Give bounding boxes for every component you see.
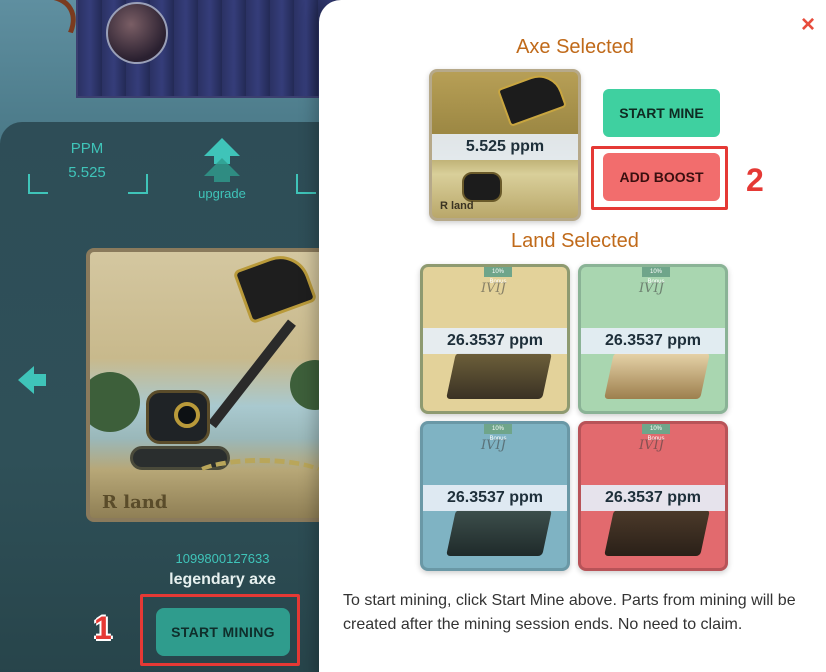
land-watermark: IVIJ <box>639 438 664 453</box>
land-card[interactable]: 10% Bonus IVIJ 26.3537 ppm <box>578 421 728 571</box>
land-card[interactable]: 10% Bonus IVIJ 26.3537 ppm <box>578 264 728 414</box>
annotation-number-2: 2 <box>746 162 764 198</box>
land-ppm: 26.3537 ppm <box>581 328 725 354</box>
annotation-box-2 <box>591 146 728 210</box>
land-section-title: Land Selected <box>511 230 639 252</box>
nft-id: 1099800127633 <box>175 551 270 566</box>
orb-icon <box>106 2 168 64</box>
land-watermark: IVIJ <box>639 281 664 296</box>
previous-arrow-icon[interactable] <box>16 364 48 396</box>
ppm-label: PPM <box>70 140 104 157</box>
nft-name: legendary axe <box>169 571 276 588</box>
bracket-decoration <box>296 174 316 194</box>
bracket-decoration <box>28 174 48 194</box>
land-ppm: 26.3537 ppm <box>423 328 567 354</box>
upgrade-label[interactable]: upgrade <box>182 186 262 201</box>
machine-eye <box>174 402 200 428</box>
bonus-badge: 10% Bonus <box>642 424 670 442</box>
machine-body <box>462 172 502 202</box>
rope-decoration <box>190 458 330 498</box>
land-block <box>446 510 552 556</box>
land-block <box>604 510 710 556</box>
rland-logo: R land <box>102 492 168 513</box>
pickaxe-icon <box>232 252 318 325</box>
bonus-badge: 10% Bonus <box>484 424 512 442</box>
ppm-value: 5.525 <box>68 164 106 181</box>
axe-section-title: Axe Selected <box>516 36 634 58</box>
close-icon[interactable]: × <box>797 13 819 37</box>
pickaxe-icon <box>496 72 568 128</box>
annotation-number-1: 1 <box>94 610 112 646</box>
land-block <box>446 353 552 399</box>
start-mine-button[interactable]: START MINE <box>603 89 720 137</box>
annotation-box-1 <box>140 594 300 666</box>
land-block <box>604 353 710 399</box>
land-card[interactable]: 10% Bonus IVIJ 26.3537 ppm <box>420 264 570 414</box>
upgrade-arrow-icon[interactable] <box>202 136 242 182</box>
rland-logo: R land <box>440 200 474 212</box>
axe-ppm: 5.525 ppm <box>432 134 578 160</box>
land-card[interactable]: 10% Bonus IVIJ 26.3537 ppm <box>420 421 570 571</box>
nft-image: R land <box>86 248 336 522</box>
land-ppm: 26.3537 ppm <box>423 485 567 511</box>
bracket-decoration <box>128 174 148 194</box>
bonus-badge: 10% Bonus <box>484 267 512 285</box>
land-watermark: IVIJ <box>481 281 506 296</box>
land-watermark: IVIJ <box>481 438 506 453</box>
machine-arm <box>208 319 296 429</box>
land-ppm: 26.3537 ppm <box>581 485 725 511</box>
bonus-badge: 10% Bonus <box>642 267 670 285</box>
help-text: To start mining, click Start Mine above.… <box>343 592 796 633</box>
selected-axe-card[interactable]: 5.525 ppm R land <box>429 69 581 221</box>
tree-decoration <box>90 372 140 432</box>
